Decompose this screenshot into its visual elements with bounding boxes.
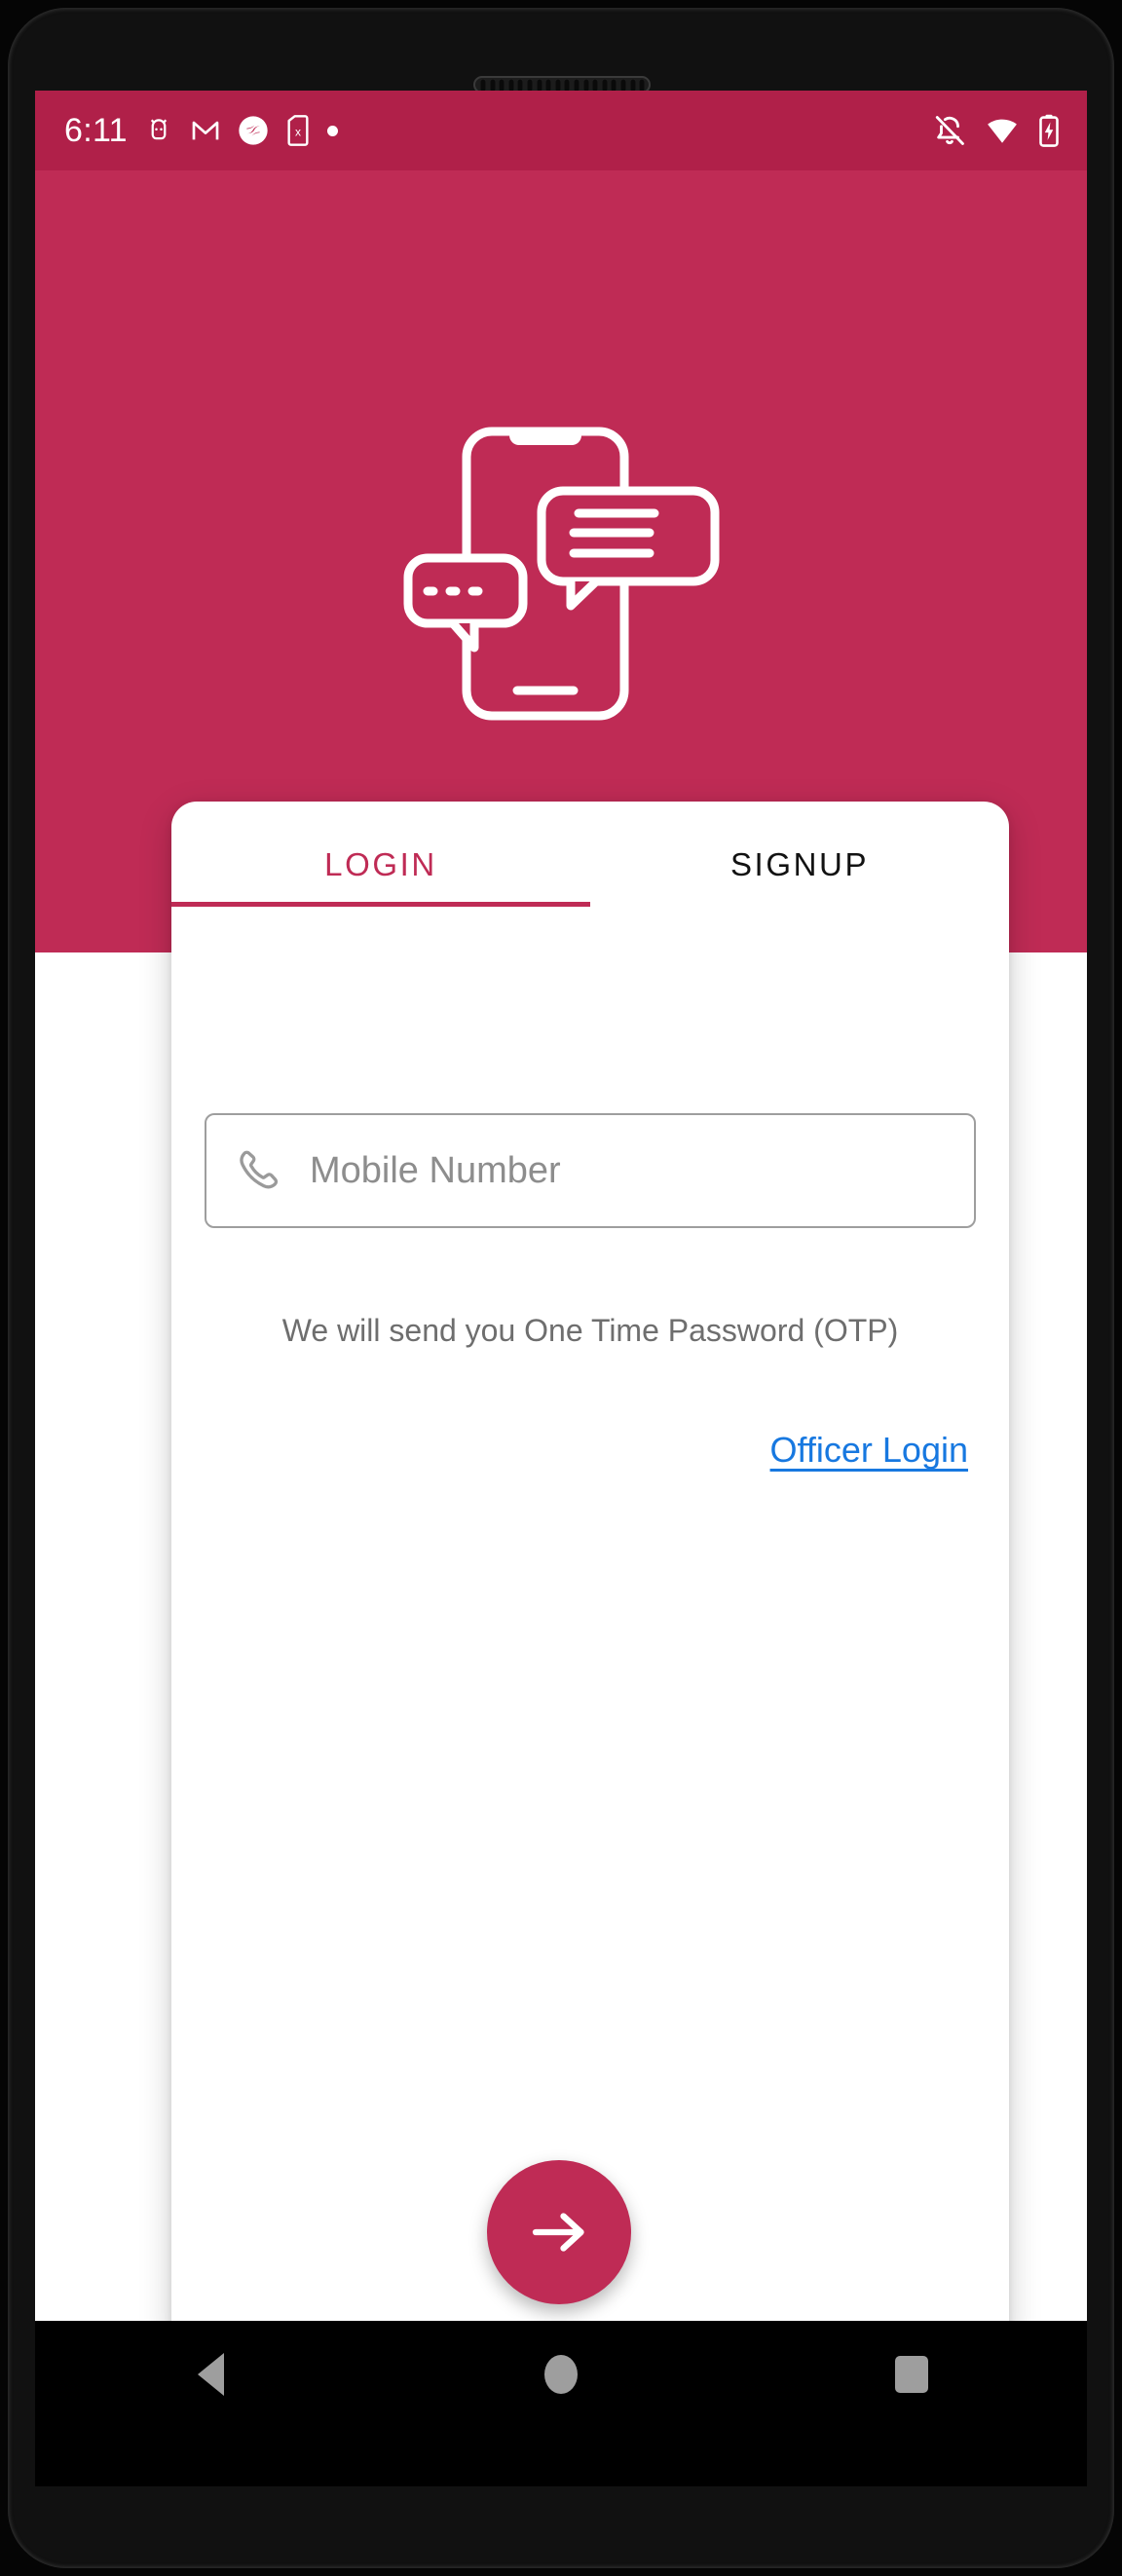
sim-missing-icon: x — [287, 115, 309, 146]
android-nav-bar — [35, 2321, 1087, 2428]
recents-square-icon — [895, 2356, 928, 2393]
phone-screen: 6:11 x LOGIN SIGNUP Mobile Number We wil… — [35, 91, 1087, 2428]
status-bar-left-group: 6:11 x — [64, 114, 338, 147]
arrow-right-icon — [532, 2213, 584, 2252]
submit-fab-button[interactable] — [487, 2160, 631, 2304]
nav-back-button[interactable] — [142, 2321, 279, 2428]
tab-login[interactable]: LOGIN — [171, 802, 590, 907]
status-clock: 6:11 — [64, 112, 128, 149]
wifi-icon — [988, 119, 1017, 143]
auth-card: LOGIN SIGNUP Mobile Number We will send … — [171, 802, 1009, 2352]
phone-call-icon — [240, 1150, 279, 1189]
battery-charging-icon — [1039, 114, 1059, 147]
notification-dot-icon — [326, 125, 338, 136]
svg-text:x: x — [295, 125, 301, 138]
status-bar: 6:11 x — [35, 91, 1087, 170]
nav-recents-button[interactable] — [843, 2321, 980, 2428]
back-triangle-icon — [197, 2353, 224, 2396]
mobile-number-input[interactable]: Mobile Number — [205, 1113, 976, 1228]
otp-helper-text: We will send you One Time Password (OTP) — [281, 1313, 899, 1348]
officer-login-link[interactable]: Officer Login — [770, 1430, 968, 1471]
active-tab-indicator — [171, 902, 590, 907]
tab-login-label: LOGIN — [324, 846, 437, 882]
device-bottom-chin — [35, 2428, 1087, 2486]
auth-tab-bar: LOGIN SIGNUP — [171, 802, 1009, 907]
gmail-icon — [192, 121, 219, 140]
mobile-number-placeholder: Mobile Number — [310, 1149, 561, 1191]
tab-signup[interactable]: SIGNUP — [590, 802, 1009, 907]
tab-signup-label: SIGNUP — [729, 846, 870, 882]
device-frame: 6:11 x LOGIN SIGNUP Mobile Number We wil… — [0, 0, 1122, 2576]
phone-chat-illustration — [403, 427, 720, 721]
home-circle-icon — [544, 2355, 578, 2394]
status-bar-right-group — [933, 114, 1060, 147]
app-notification-icon — [239, 116, 268, 145]
nav-home-button[interactable] — [493, 2321, 629, 2428]
bell-off-icon — [935, 116, 964, 145]
android-debug-icon — [150, 119, 167, 140]
